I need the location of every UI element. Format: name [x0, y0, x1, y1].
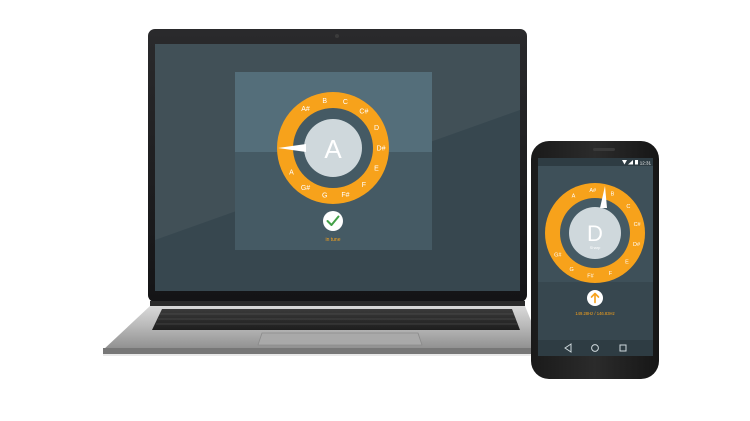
dial-letter: G	[569, 267, 573, 273]
keyboard	[152, 309, 520, 330]
dial-letter: A	[572, 194, 576, 200]
dial-letter: C	[343, 99, 348, 106]
dial-letter: G#	[301, 185, 310, 192]
touchpad[interactable]	[257, 332, 423, 346]
dial-letter: D	[374, 125, 379, 132]
dial-letter: C	[626, 204, 630, 210]
phone-tuner-dial: AA#BCC#D#EFF#GG# D Sharp	[545, 183, 645, 283]
note-subtitle: Sharp	[590, 245, 601, 250]
current-note: A	[324, 134, 342, 164]
dial-letter: G#	[554, 252, 562, 258]
dial-letter: C#	[634, 222, 642, 228]
dial-letter: F	[362, 182, 366, 189]
dial-letter: F#	[587, 274, 594, 280]
dial-letter: A	[289, 169, 294, 176]
dial-letter: C#	[359, 109, 368, 116]
dial-letter: E	[374, 166, 379, 173]
laptop: A# B C C# D D# E F F# G G# A A in tune	[103, 29, 543, 356]
dial-letter: A#	[589, 188, 597, 194]
dial-letter: A#	[301, 106, 310, 113]
phone-nav-bar	[538, 340, 653, 356]
laptop-tuner-dial: A# B C C# D D# E F F# G G# A A	[277, 92, 389, 204]
laptop-shadow	[103, 354, 543, 356]
dial-letter: E	[625, 260, 629, 266]
frequency-readout: 149.28Hz / 146.83Hz	[575, 311, 614, 316]
laptop-front-edge	[103, 348, 543, 354]
dial-letter: G	[322, 193, 327, 200]
dial-letter: B	[611, 192, 615, 198]
in-tune-badge	[323, 211, 343, 231]
status-time: 12:31	[640, 161, 652, 166]
dial-letter: B	[322, 98, 327, 105]
phone-speaker	[593, 148, 615, 151]
battery-icon	[635, 160, 638, 165]
webcam	[335, 34, 339, 38]
phone: 12:31 AA#BCC#D#EFF#GG# D Sharp 149.28Hz …	[531, 141, 659, 379]
dial-letter: D#	[377, 145, 386, 152]
current-note: D	[587, 221, 603, 246]
tuning-status: in tune	[325, 237, 340, 243]
product-scene: A# B C C# D D# E F F# G G# A A in tune 12:31 AA#BC…	[103, 29, 659, 379]
dial-letter: F#	[341, 192, 349, 199]
dial-letter: D#	[633, 242, 641, 248]
